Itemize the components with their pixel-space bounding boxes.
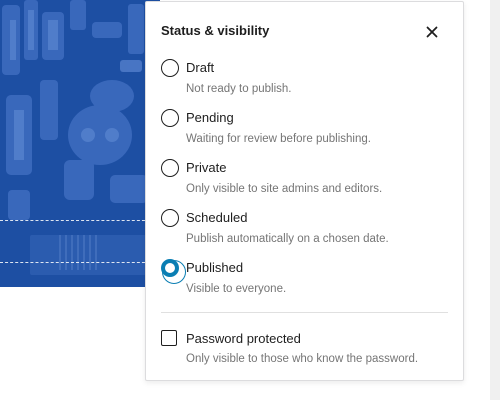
image-guide-line-bottom <box>0 262 150 263</box>
status-option-private[interactable]: Private Only visible to site admins and … <box>161 159 448 201</box>
status-label-scheduled[interactable]: Scheduled <box>186 210 247 226</box>
radio-pending[interactable] <box>161 109 179 127</box>
popover-header: Status & visibility <box>161 22 448 42</box>
password-protected-checkbox[interactable] <box>161 330 177 346</box>
radio-scheduled[interactable] <box>161 209 179 227</box>
radio-draft[interactable] <box>161 59 179 77</box>
password-protected-description: Only visible to those who know the passw… <box>186 353 419 365</box>
editor-sidebar-edge <box>490 0 500 400</box>
status-description-scheduled: Publish automatically on a chosen date. <box>186 233 389 245</box>
status-description-pending: Waiting for review before publishing. <box>186 133 371 145</box>
status-option-scheduled[interactable]: Scheduled Publish automatically on a cho… <box>161 209 448 251</box>
radio-private[interactable] <box>161 159 179 177</box>
popover-divider <box>161 312 448 313</box>
password-protected-option[interactable]: Password protected Only visible to those… <box>161 330 448 372</box>
status-description-published: Visible to everyone. <box>186 283 287 295</box>
password-protected-label[interactable]: Password protected <box>186 331 301 347</box>
close-icon <box>426 26 438 38</box>
editor-canvas: Status & visibility Draft Not ready to p… <box>0 0 500 400</box>
status-description-private: Only visible to site admins and editors. <box>186 183 383 195</box>
status-description-draft: Not ready to publish. <box>186 83 292 95</box>
status-label-draft[interactable]: Draft <box>186 60 214 76</box>
status-visibility-popover: Status & visibility Draft Not ready to p… <box>145 1 464 381</box>
radio-published[interactable] <box>161 259 186 284</box>
status-label-published[interactable]: Published <box>186 260 243 276</box>
status-option-published[interactable]: Published Visible to everyone. <box>161 259 448 301</box>
status-option-draft[interactable]: Draft Not ready to publish. <box>161 59 448 101</box>
featured-image[interactable] <box>0 0 160 287</box>
radio-focus-ring <box>162 260 186 284</box>
popover-title: Status & visibility <box>161 23 270 38</box>
status-label-pending[interactable]: Pending <box>186 110 234 126</box>
status-label-private[interactable]: Private <box>186 160 226 176</box>
image-guide-line-top <box>0 220 150 221</box>
close-button[interactable] <box>420 20 444 44</box>
status-option-pending[interactable]: Pending Waiting for review before publis… <box>161 109 448 151</box>
featured-image-art <box>0 0 160 287</box>
